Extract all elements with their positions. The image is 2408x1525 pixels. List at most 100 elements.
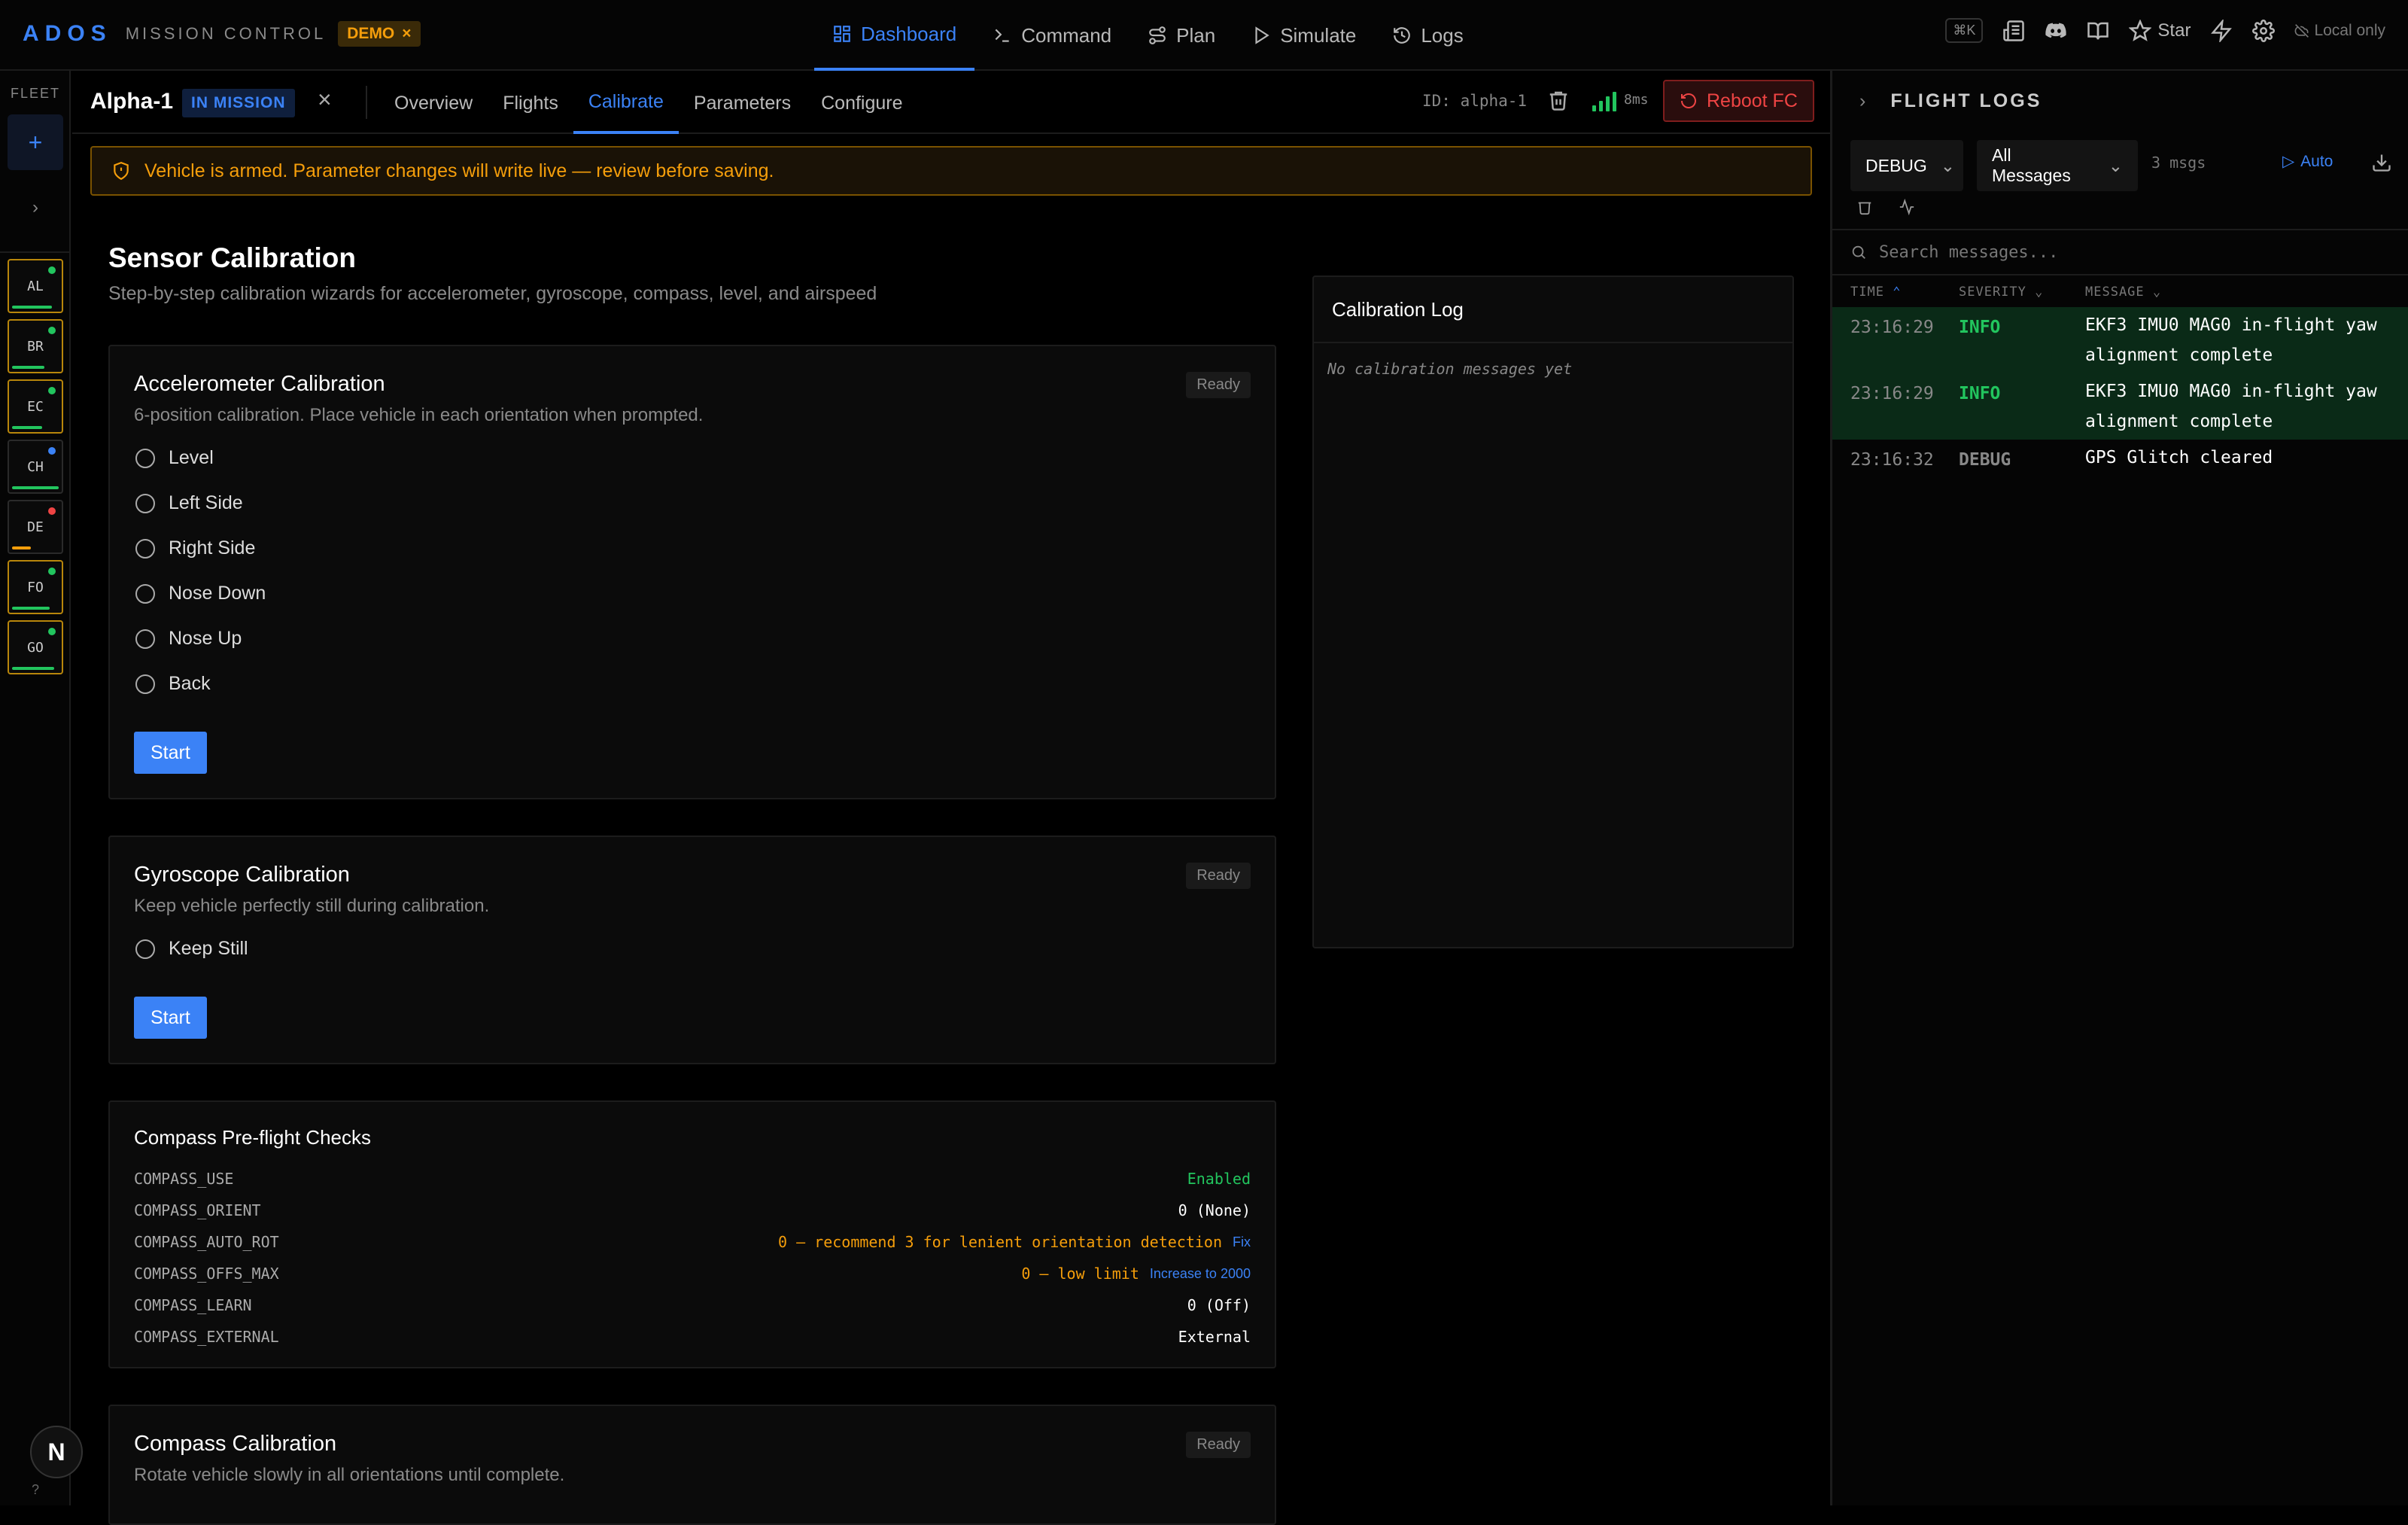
chevron-right-icon[interactable]: › xyxy=(1859,90,1868,112)
param-status: 0 — low limit Increase to 2000 xyxy=(1021,1265,1251,1283)
command-palette-shortcut[interactable]: ⌘K xyxy=(1945,18,1984,43)
position-option[interactable]: Keep Still xyxy=(135,938,248,960)
tab-configure[interactable]: Configure xyxy=(806,72,917,134)
help-icon[interactable]: ? xyxy=(0,1482,71,1498)
log-row[interactable]: 23:16:29 INFO EKF3 IMU0 MAG0 in-flight yaw… xyxy=(1832,373,2408,440)
page-title: Sensor Calibration xyxy=(108,242,356,273)
log-tools xyxy=(1856,199,1915,215)
vehicle-tile[interactable]: FO xyxy=(8,560,63,614)
trash-icon[interactable] xyxy=(1547,89,1570,111)
message-filter-select[interactable]: All Messages ⌄ xyxy=(1977,140,2138,191)
nav-label: Logs xyxy=(1421,23,1464,47)
compass-check-row: COMPASS_USE Enabled xyxy=(134,1164,1251,1194)
next-logo-button[interactable]: N xyxy=(30,1426,83,1478)
message-filter-value: All Messages xyxy=(1992,145,2071,185)
vehicle-code: GO xyxy=(27,639,44,656)
reboot-fc-button[interactable]: Reboot FC xyxy=(1663,80,1814,122)
vehicle-tile[interactable]: GO xyxy=(8,620,63,674)
position-label: Nose Down xyxy=(169,583,266,604)
brand-logo[interactable]: ADOS xyxy=(23,21,112,47)
nav-command[interactable]: Command xyxy=(974,0,1130,71)
position-option[interactable]: Nose Down xyxy=(135,583,266,604)
trash-icon[interactable] xyxy=(1856,199,1873,215)
card-description: Rotate vehicle slowly in all orientation… xyxy=(134,1465,565,1485)
card-title: Gyroscope Calibration xyxy=(134,863,350,887)
search-input[interactable]: Search messages... xyxy=(1879,243,2058,262)
add-vehicle-button[interactable]: + xyxy=(8,114,63,170)
vehicle-tile[interactable]: EC xyxy=(8,379,63,434)
chevron-down-icon: ⌄ xyxy=(1940,155,1956,175)
log-level-select[interactable]: DEBUG ⌄ xyxy=(1850,140,1963,191)
param-value: 0 (Off) xyxy=(1187,1296,1251,1314)
param-status: 0 (Off) xyxy=(1187,1296,1251,1314)
nav-label: Plan xyxy=(1176,23,1216,47)
column-severity[interactable]: SEVERITY ⌄ xyxy=(1959,285,2043,300)
route-icon xyxy=(1149,26,1166,44)
activity-icon[interactable] xyxy=(1899,199,1915,215)
auto-scroll-button[interactable]: ▷ Auto xyxy=(2282,152,2333,171)
position-option[interactable]: Right Side xyxy=(135,537,255,559)
book-icon[interactable] xyxy=(2087,20,2109,42)
nav-logs[interactable]: Logs xyxy=(1374,0,1481,71)
cloud-off-icon xyxy=(2295,23,2309,38)
column-message[interactable]: MESSAGE ⌄ xyxy=(2085,285,2161,300)
star-button[interactable]: Star xyxy=(2129,19,2191,42)
download-icon[interactable] xyxy=(2371,152,2392,173)
vehicle-tile[interactable]: AL xyxy=(8,259,63,313)
log-row[interactable]: 23:16:29 INFO EKF3 IMU0 MAG0 in-flight yaw… xyxy=(1832,307,2408,373)
nav-label: Simulate xyxy=(1280,23,1357,47)
vehicle-code: EC xyxy=(27,398,44,415)
radio-icon xyxy=(135,583,155,604)
position-option[interactable]: Back xyxy=(135,673,211,695)
fix-param-link[interactable]: Increase to 2000 xyxy=(1150,1266,1251,1282)
close-icon[interactable]: × xyxy=(402,25,411,43)
message-count: 3 msgs xyxy=(2151,154,2206,172)
vehicle-tabs: Overview Flights Calibrate Parameters Co… xyxy=(379,72,918,134)
tab-parameters[interactable]: Parameters xyxy=(679,72,806,134)
flight-logs-header: › FLIGHT LOGS xyxy=(1832,71,2408,131)
start-gyro-button[interactable]: Start xyxy=(134,997,207,1039)
nav-dashboard[interactable]: Dashboard xyxy=(814,0,975,71)
radio-icon xyxy=(135,674,155,694)
tab-calibrate[interactable]: Calibrate xyxy=(573,72,679,134)
position-option[interactable]: Left Side xyxy=(135,492,243,514)
chevron-right-icon[interactable]: › xyxy=(0,197,71,218)
vehicle-tile[interactable]: CH xyxy=(8,440,63,494)
newspaper-icon[interactable] xyxy=(2002,20,2025,42)
battery-bar xyxy=(12,366,44,369)
log-row[interactable]: 23:16:32 DEBUG GPS Glitch cleared xyxy=(1832,440,2408,474)
lightning-icon[interactable] xyxy=(2210,19,2233,42)
compass-check-row: COMPASS_ORIENT 0 (None) xyxy=(134,1195,1251,1225)
vehicle-id: ID: alpha-1 xyxy=(1422,92,1528,110)
battery-bar xyxy=(12,667,54,670)
card-title: Accelerometer Calibration xyxy=(134,372,385,396)
vehicle-code: CH xyxy=(27,458,44,475)
param-value: 0 — recommend 3 for lenient orientation … xyxy=(777,1233,1222,1251)
column-time[interactable]: TIME ⌃ xyxy=(1850,285,1901,300)
start-accel-button[interactable]: Start xyxy=(134,732,207,774)
status-badge: IN MISSION xyxy=(182,89,295,117)
armed-warning-banner: Vehicle is armed. Parameter changes will… xyxy=(90,146,1812,196)
close-vehicle-icon[interactable]: × xyxy=(318,86,332,114)
discord-icon[interactable] xyxy=(2045,20,2067,42)
gyroscope-card: Gyroscope Calibration Keep vehicle perfe… xyxy=(108,836,1276,1064)
vehicle-header: Alpha-1 IN MISSION × Overview Flights Ca… xyxy=(72,72,1830,134)
demo-badge[interactable]: DEMO × xyxy=(338,21,421,47)
nav-simulate[interactable]: Simulate xyxy=(1233,0,1374,71)
nav-plan[interactable]: Plan xyxy=(1130,0,1233,71)
fix-param-link[interactable]: Fix xyxy=(1233,1234,1251,1250)
param-status: 0 — recommend 3 for lenient orientation … xyxy=(778,1233,1251,1251)
flight-logs-panel: › FLIGHT LOGS DEBUG ⌄ All Messages ⌄ 3 m… xyxy=(1830,71,2408,1505)
vehicle-tile[interactable]: DE xyxy=(8,500,63,554)
position-option[interactable]: Level xyxy=(135,447,214,469)
battery-bar xyxy=(12,426,42,429)
position-option[interactable]: Nose Up xyxy=(135,628,242,650)
tab-flights[interactable]: Flights xyxy=(488,72,573,134)
battery-bar xyxy=(12,546,31,549)
star-icon xyxy=(2129,19,2152,41)
tab-overview[interactable]: Overview xyxy=(379,72,488,134)
vehicle-tile[interactable]: BR xyxy=(8,319,63,373)
gear-icon[interactable] xyxy=(2252,19,2276,42)
local-only-status: Local only xyxy=(2294,22,2385,40)
log-search[interactable]: Search messages... xyxy=(1832,229,2408,275)
